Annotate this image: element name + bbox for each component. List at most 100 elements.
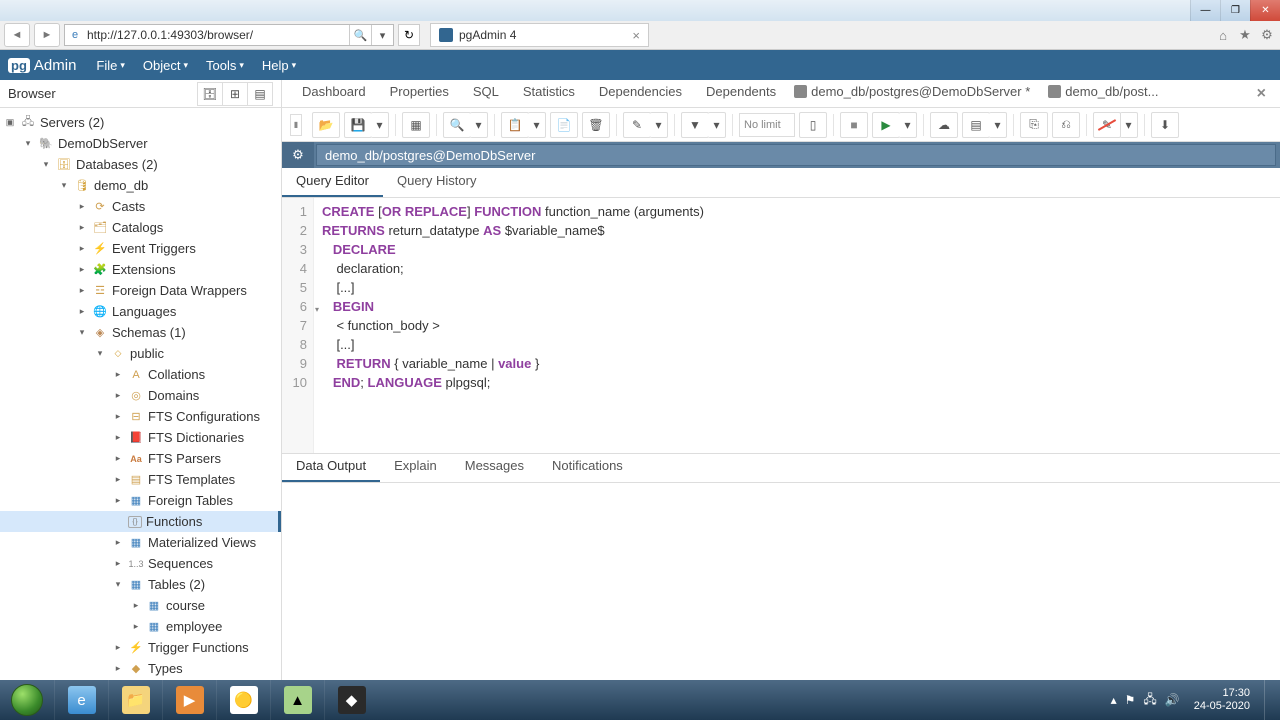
tab-dependencies[interactable]: Dependencies — [587, 78, 694, 107]
url-dropdown-icon[interactable]: ▾ — [371, 25, 393, 45]
tree-functions[interactable]: Functions — [146, 514, 202, 529]
tree-tables[interactable]: Tables (2) — [148, 577, 205, 592]
taskbar-app2[interactable]: ◆ — [324, 680, 378, 720]
tray-clock[interactable]: 17:30 24-05-2020 — [1188, 687, 1256, 713]
clear-button[interactable]: ✎ — [1093, 112, 1121, 138]
tree-public[interactable]: public — [130, 346, 164, 361]
nav-back-button[interactable]: ◄ — [4, 23, 30, 47]
tab-messages[interactable]: Messages — [451, 451, 538, 482]
tray-network-icon[interactable]: 🖧 — [1143, 690, 1156, 711]
nav-forward-button[interactable]: ► — [34, 23, 60, 47]
tree-sequences[interactable]: Sequences — [148, 556, 213, 571]
tab-dependents[interactable]: Dependents — [694, 78, 788, 107]
menu-file[interactable]: File▾ — [88, 54, 132, 77]
object-tree[interactable]: ▣🖧Servers (2) ▾🐘DemoDbServer ▾🗄Databases… — [0, 108, 281, 680]
copy-dropdown[interactable]: ▾ — [528, 112, 546, 138]
tab-dashboard[interactable]: Dashboard — [290, 78, 378, 107]
edit-grid-button[interactable]: ▦ — [402, 112, 430, 138]
panel-toggle-left[interactable]: ▮ — [290, 114, 302, 136]
execute-button[interactable]: ▶ — [872, 112, 900, 138]
tree-fdw[interactable]: Foreign Data Wrappers — [112, 283, 247, 298]
show-desktop-button[interactable] — [1264, 680, 1276, 720]
limit-input[interactable] — [739, 113, 795, 137]
tab-close-icon[interactable]: × — [632, 28, 640, 43]
window-maximize-button[interactable]: ❐ — [1220, 0, 1250, 21]
copy-button[interactable]: 📋 — [501, 112, 529, 138]
tree-mviews[interactable]: Materialized Views — [148, 535, 256, 550]
window-close-button[interactable]: ✕ — [1250, 0, 1280, 21]
favorites-icon[interactable]: ★ — [1236, 26, 1254, 44]
code-editor[interactable]: 12345678910 CREATE [OR REPLACE] FUNCTION… — [282, 198, 1280, 453]
taskbar-media[interactable]: ▶ — [162, 680, 216, 720]
execute-dropdown[interactable]: ▾ — [899, 112, 917, 138]
tab-sql[interactable]: SQL — [461, 78, 511, 107]
filter-button[interactable]: ▼ — [681, 112, 709, 138]
taskbar-explorer[interactable]: 📁 — [108, 680, 162, 720]
sidebar-tool-3[interactable]: ▤ — [247, 82, 273, 106]
tree-fts-conf[interactable]: FTS Configurations — [148, 409, 260, 424]
limit-refresh-button[interactable]: ▯ — [799, 112, 827, 138]
save-button[interactable]: 💾 — [344, 112, 372, 138]
tree-catalogs[interactable]: Catalogs — [112, 220, 163, 235]
tree-db-demo[interactable]: demo_db — [94, 178, 148, 193]
stop-button[interactable]: ■ — [840, 112, 868, 138]
tab-notifications[interactable]: Notifications — [538, 451, 637, 482]
tree-foreign-tables[interactable]: Foreign Tables — [148, 493, 233, 508]
tree-table-course[interactable]: course — [166, 598, 205, 613]
tree-casts[interactable]: Casts — [112, 199, 145, 214]
commit-button[interactable]: ⎘ — [1020, 112, 1048, 138]
tree-domains[interactable]: Domains — [148, 388, 199, 403]
tree-collations[interactable]: Collations — [148, 367, 205, 382]
tree-schemas[interactable]: Schemas (1) — [112, 325, 186, 340]
find-dropdown[interactable]: ▾ — [470, 112, 488, 138]
tree-servers[interactable]: Servers (2) — [40, 115, 104, 130]
save-dropdown[interactable]: ▾ — [371, 112, 389, 138]
connection-string[interactable]: demo_db/postgres@DemoDbServer — [316, 144, 1276, 166]
edit-dropdown[interactable]: ▾ — [650, 112, 668, 138]
tree-event-triggers[interactable]: Event Triggers — [112, 241, 196, 256]
url-bar[interactable]: e http://127.0.0.1:49303/browser/ 🔍 ▾ — [64, 24, 394, 46]
tree-fts-templates[interactable]: FTS Templates — [148, 472, 235, 487]
taskbar-chrome[interactable]: 🟡 — [216, 680, 270, 720]
search-icon[interactable]: 🔍 — [349, 25, 371, 45]
delete-button[interactable]: 🗑 — [582, 112, 610, 138]
tray-expand-icon[interactable]: ▴ — [1111, 693, 1117, 707]
sidebar-tool-2[interactable]: ⊞ — [222, 82, 248, 106]
tree-server[interactable]: DemoDbServer — [58, 136, 148, 151]
tab-query-history[interactable]: Query History — [383, 166, 490, 197]
tree-table-employee[interactable]: employee — [166, 619, 222, 634]
menu-tools[interactable]: Tools▾ — [198, 54, 252, 77]
find-button[interactable]: 🔍 — [443, 112, 471, 138]
download-button[interactable]: ⬇ — [1151, 112, 1179, 138]
tab-data-output[interactable]: Data Output — [282, 451, 380, 482]
home-icon[interactable]: ⌂ — [1214, 26, 1232, 44]
explain-dropdown[interactable]: ▾ — [989, 112, 1007, 138]
tabs-close-icon[interactable]: × — [1251, 81, 1272, 107]
tab-query-1[interactable]: demo_db/postgres@DemoDbServer * — [788, 78, 1042, 107]
tray-volume-icon[interactable]: 🔊 — [1165, 693, 1180, 707]
menu-help[interactable]: Help▾ — [254, 54, 304, 77]
tab-properties[interactable]: Properties — [378, 78, 461, 107]
tray-flag-icon[interactable]: ⚑ — [1125, 693, 1136, 707]
tree-extensions[interactable]: Extensions — [112, 262, 176, 277]
tree-languages[interactable]: Languages — [112, 304, 176, 319]
filter-dropdown[interactable]: ▾ — [708, 112, 726, 138]
tree-fts-parsers[interactable]: FTS Parsers — [148, 451, 221, 466]
menu-object[interactable]: Object▾ — [135, 54, 196, 77]
code-body[interactable]: CREATE [OR REPLACE] FUNCTION function_na… — [314, 198, 1280, 453]
paste-button[interactable]: 📄 — [550, 112, 578, 138]
tree-fts-dict[interactable]: FTS Dictionaries — [148, 430, 244, 445]
rollback-button[interactable]: ⎌ — [1052, 112, 1080, 138]
tab-query-2[interactable]: demo_db/post... — [1042, 78, 1170, 107]
explain-analyze-button[interactable]: ▤ — [962, 112, 990, 138]
taskbar-app1[interactable]: ▲ — [270, 680, 324, 720]
taskbar-ie[interactable]: e — [54, 680, 108, 720]
open-file-button[interactable]: 📂 — [312, 112, 340, 138]
tree-types[interactable]: Types — [148, 661, 183, 676]
explain-button[interactable]: ☁ — [930, 112, 958, 138]
clear-dropdown[interactable]: ▾ — [1120, 112, 1138, 138]
refresh-button[interactable]: ↻ — [398, 24, 420, 46]
tree-databases[interactable]: Databases (2) — [76, 157, 158, 172]
tab-query-editor[interactable]: Query Editor — [282, 166, 383, 197]
window-minimize-button[interactable]: — — [1190, 0, 1220, 21]
